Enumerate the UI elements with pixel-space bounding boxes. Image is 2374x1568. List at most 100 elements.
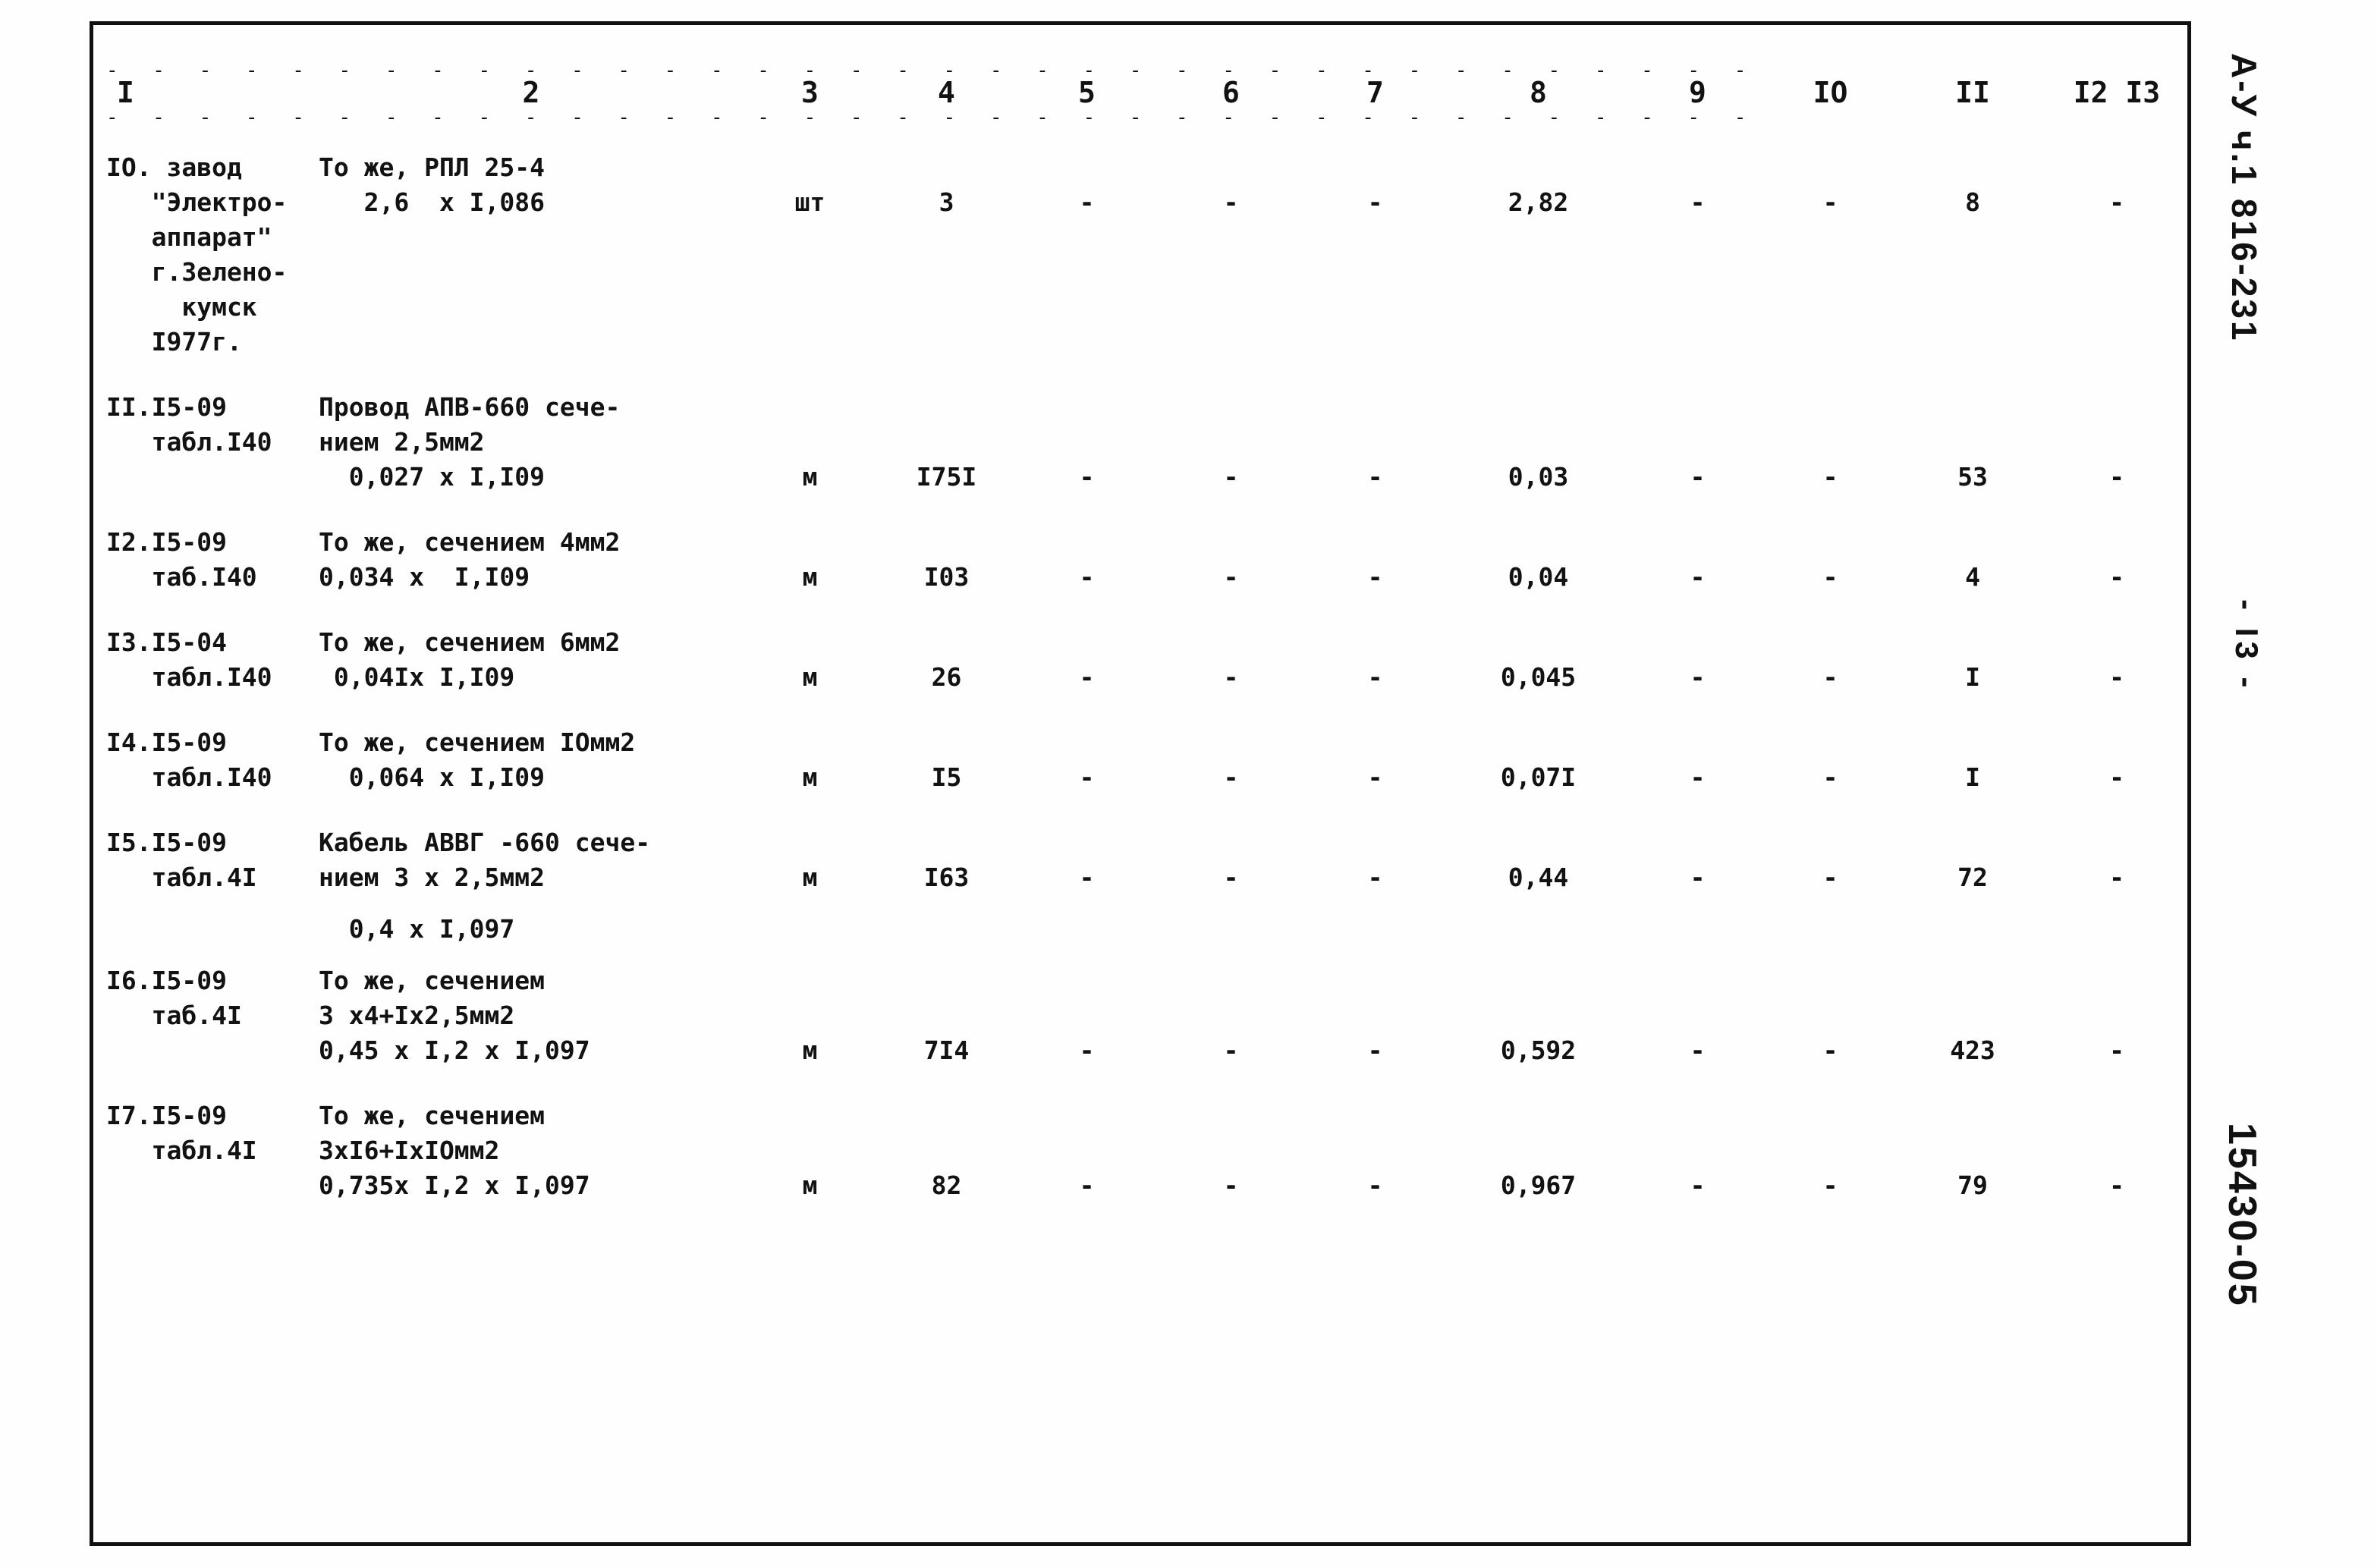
cell-unit: шт <box>794 187 825 217</box>
row-spacer <box>106 695 2185 725</box>
spacer-cell <box>106 947 2185 963</box>
cell-col10: - <box>1690 1035 1706 1065</box>
cell-col12: I <box>1965 662 1980 692</box>
cell-col13: - <box>2109 562 2124 592</box>
cell-col9: 0,045 <box>1500 662 1577 692</box>
cell-col6: - <box>1079 1035 1095 1065</box>
cell-col8: - <box>1367 1171 1383 1200</box>
cell-col13: - <box>2109 762 2124 792</box>
cell-col6: - <box>1079 1171 1095 1200</box>
cell-unit: м <box>802 462 818 492</box>
cell-col12: 8 <box>1965 187 1980 217</box>
table-row[interactable]: 0,4 x I,097 <box>106 912 2185 947</box>
cell-col7: - <box>1223 863 1239 892</box>
cell-col11: - <box>1822 1035 1838 1065</box>
table-row[interactable]: I2.I5-09 таб.I40 То же, сечением 4мм2 0,0… <box>106 525 2185 595</box>
cell-position-reference: I3.I5-04 табл.I40 <box>106 627 272 692</box>
cell-quantity: I5 <box>931 762 962 792</box>
cell-col13: - <box>2109 462 2124 492</box>
cell-unit: м <box>802 662 818 692</box>
cell-col13: - <box>2109 187 2124 217</box>
cell-position-reference: I2.I5-09 таб.I40 <box>106 527 257 592</box>
cell-col7: - <box>1223 462 1239 492</box>
cell-quantity: I63 <box>923 863 970 892</box>
cell-col8: - <box>1367 1035 1383 1065</box>
cell-description: То же, сечением 6мм2 0,04Iх I,I09 <box>319 627 621 692</box>
cell-col12: 4 <box>1965 562 1980 592</box>
cell-col11: - <box>1822 1171 1838 1200</box>
row-spacer <box>106 595 2185 625</box>
cell-col12: 423 <box>1950 1035 1995 1065</box>
cell-position-reference <box>106 912 319 947</box>
row-spacer <box>106 495 2185 525</box>
column-header-3: 3 <box>801 76 819 109</box>
cell-position-reference: II.I5-09 табл.I40 <box>106 392 272 457</box>
cell-col7 <box>1157 912 1305 947</box>
column-header-9: 9 <box>1689 76 1706 109</box>
cell-unit: м <box>802 863 818 892</box>
cell-col12: 53 <box>1957 462 1988 492</box>
page-border-bottom <box>90 1542 2191 1546</box>
row-spacer <box>106 895 2185 912</box>
cell-col6: - <box>1079 762 1095 792</box>
spacer-cell <box>106 795 2185 825</box>
cell-col11: - <box>1822 562 1838 592</box>
cell-quantity: 82 <box>931 1171 962 1200</box>
cell-col8: - <box>1367 187 1383 217</box>
document-page: - - - - - - - - - - - - - - - - - - - - … <box>0 0 2374 1568</box>
table-row[interactable]: I3.I5-04 табл.I40 То же, сечением 6мм2 0,… <box>106 625 2185 695</box>
cell-unit: м <box>802 1035 818 1065</box>
cell-col11: - <box>1822 762 1838 792</box>
page-border-left <box>90 21 93 1546</box>
column-header-7: 7 <box>1366 76 1384 109</box>
cell-col6: - <box>1079 863 1095 892</box>
header-dash-separator-top: - - - - - - - - - - - - - - - - - - - - … <box>106 67 2185 74</box>
cell-description: То же, сечением 3хI6+IхIOмм2 0,735х I,2 … <box>319 1101 590 1200</box>
margin-note-page-number: - I3 - <box>2229 599 2265 693</box>
cell-description: То же, сечением IOмм2 0,064 x I,I09 <box>319 727 636 792</box>
cell-position-reference: I4.I5-09 табл.I40 <box>106 727 272 792</box>
estimate-table: I 2 3 4 5 6 7 8 9 IO II I2 I3 IO. завод "Электро- ап… <box>106 76 2185 1233</box>
cell-position-reference: IO. завод "Электро- аппарат" г.Зелено- к… <box>106 152 288 357</box>
cell-quantity: 26 <box>931 662 962 692</box>
cell-col11: - <box>1822 187 1838 217</box>
cell-col12: I <box>1965 762 1980 792</box>
cell-col6: - <box>1079 662 1095 692</box>
cell-col10: - <box>1690 562 1706 592</box>
cell-quantity: I03 <box>923 562 970 592</box>
table-row[interactable]: IO. завод "Электро- аппарат" г.Зелено- к… <box>106 150 2185 360</box>
cell-quantity: 7I4 <box>923 1035 970 1065</box>
table-header-row: I 2 3 4 5 6 7 8 9 IO II I2 I3 <box>106 76 2185 120</box>
cell-col9: 0,07I <box>1500 762 1577 792</box>
cell-description: Провод АПВ-660 сече- нием 2,5мм2 0,027 x… <box>319 392 621 492</box>
cell-col13: - <box>2109 1035 2124 1065</box>
cell-col12: 72 <box>1957 863 1988 892</box>
cell-col13 <box>2049 912 2185 947</box>
table-row[interactable]: I7.I5-09 табл.4I То же, сечением 3хI6+IхI… <box>106 1098 2185 1203</box>
cell-col6: - <box>1079 562 1095 592</box>
column-header-2: 2 <box>522 76 540 109</box>
cell-description: То же, РПЛ 25-4 2,6 x I,086 <box>319 152 546 217</box>
table-row[interactable]: I6.I5-09 таб.4I То же, сечением 3 х4+Iх2,… <box>106 963 2185 1068</box>
cell-col11: - <box>1822 462 1838 492</box>
page-border-right <box>2187 21 2191 1546</box>
table-row[interactable]: I4.I5-09 табл.I40 То же, сечением IOмм2 0… <box>106 725 2185 795</box>
spacer-cell <box>106 360 2185 390</box>
cell-col9: 0,44 <box>1508 863 1569 892</box>
cell-description: 0,4 x I,097 <box>319 914 515 944</box>
column-header-4: 4 <box>938 76 955 109</box>
cell-col9: 0,04 <box>1508 562 1569 592</box>
column-header-10: IO <box>1813 76 1848 109</box>
spacer-cell <box>106 595 2185 625</box>
cell-col13: - <box>2109 662 2124 692</box>
cell-col13: - <box>2109 1171 2124 1200</box>
cell-col7: - <box>1223 662 1239 692</box>
cell-col8: - <box>1367 863 1383 892</box>
cell-col7: - <box>1223 562 1239 592</box>
table-row[interactable]: II.I5-09 табл.I40 Провод АПВ-660 сече- ни… <box>106 390 2185 495</box>
cell-col8: - <box>1367 762 1383 792</box>
table-row[interactable]: I5.I5-09 табл.4I Кабель АВВГ -660 сече- н… <box>106 825 2185 895</box>
cell-col6: - <box>1079 187 1095 217</box>
row-spacer <box>106 1203 2185 1233</box>
page-border-top <box>90 21 2191 25</box>
